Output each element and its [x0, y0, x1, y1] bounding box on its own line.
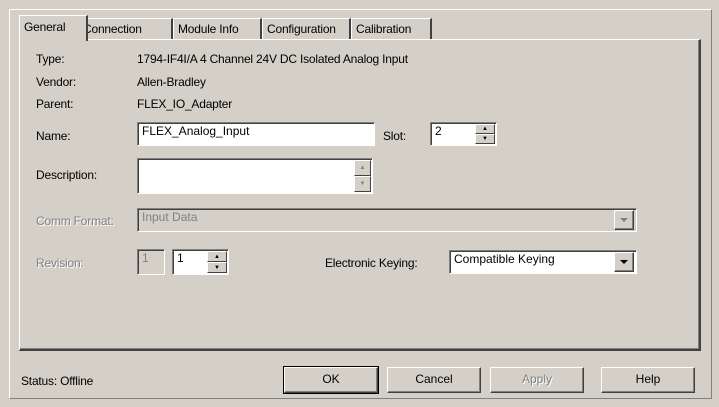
- revision-minor-value: 1: [177, 251, 184, 265]
- slot-value: 2: [435, 124, 442, 138]
- vendor-value: Allen-Bradley: [137, 75, 206, 89]
- revision-up-arrow-icon[interactable]: ▲: [207, 251, 227, 262]
- ok-button[interactable]: OK: [283, 366, 379, 394]
- chevron-down-icon: [620, 260, 628, 264]
- type-label: Type:: [36, 52, 65, 66]
- chevron-down-icon: [620, 218, 628, 222]
- comm-format-value: Input Data: [142, 210, 198, 224]
- slot-up-arrow-icon[interactable]: ▲: [475, 124, 495, 134]
- keying-dropdown-button[interactable]: [614, 252, 634, 272]
- ok-label: OK: [322, 372, 340, 386]
- comm-format-label: Comm Format:: [36, 214, 114, 228]
- tab-connection[interactable]: Connection: [78, 18, 173, 40]
- status-text: Status: Offline: [21, 374, 94, 388]
- tab-calibration[interactable]: Calibration: [351, 18, 432, 40]
- slot-down-arrow-icon[interactable]: ▼: [475, 134, 495, 144]
- keying-label: Electronic Keying:: [325, 256, 418, 270]
- comm-format-dropdown-button[interactable]: [614, 210, 634, 230]
- parent-value: FLEX_IO_Adapter: [137, 97, 233, 111]
- name-label: Name:: [36, 129, 71, 143]
- slot-spin-buttons[interactable]: ▲ ▼: [475, 124, 495, 144]
- description-scrollbar[interactable]: ▲ ▼: [354, 160, 371, 192]
- revision-major-value: 1: [142, 251, 149, 265]
- revision-major-field[interactable]: 1: [137, 249, 165, 275]
- revision-label: Revision:: [36, 256, 84, 270]
- vendor-label: Vendor:: [36, 75, 76, 89]
- slot-label: Slot:: [383, 129, 407, 143]
- apply-button[interactable]: Apply: [490, 367, 584, 393]
- tab-module-info[interactable]: Module Info: [173, 18, 262, 40]
- scroll-up-arrow-icon[interactable]: ▲: [354, 160, 371, 176]
- description-label: Description:: [36, 168, 97, 182]
- tab-configuration[interactable]: Configuration: [262, 18, 351, 40]
- keying-select[interactable]: Compatible Keying: [449, 250, 637, 274]
- type-value: 1794-IF4I/A 4 Channel 24V DC Isolated An…: [137, 52, 408, 66]
- general-tab-page: [19, 39, 701, 351]
- help-label: Help: [635, 372, 661, 386]
- revision-spin-buttons[interactable]: ▲ ▼: [207, 251, 227, 273]
- cancel-label: Cancel: [415, 372, 453, 386]
- description-input[interactable]: [137, 158, 373, 194]
- scroll-down-arrow-icon[interactable]: ▼: [354, 176, 371, 192]
- name-input[interactable]: FLEX_Analog_Input: [137, 122, 375, 146]
- revision-down-arrow-icon[interactable]: ▼: [207, 262, 227, 273]
- parent-label: Parent:: [36, 97, 74, 111]
- keying-value: Compatible Keying: [454, 252, 555, 266]
- apply-label: Apply: [521, 372, 553, 386]
- help-button[interactable]: Help: [601, 367, 695, 393]
- tab-general[interactable]: General: [19, 15, 88, 41]
- cancel-button[interactable]: Cancel: [387, 367, 481, 393]
- comm-format-select[interactable]: Input Data: [137, 208, 637, 232]
